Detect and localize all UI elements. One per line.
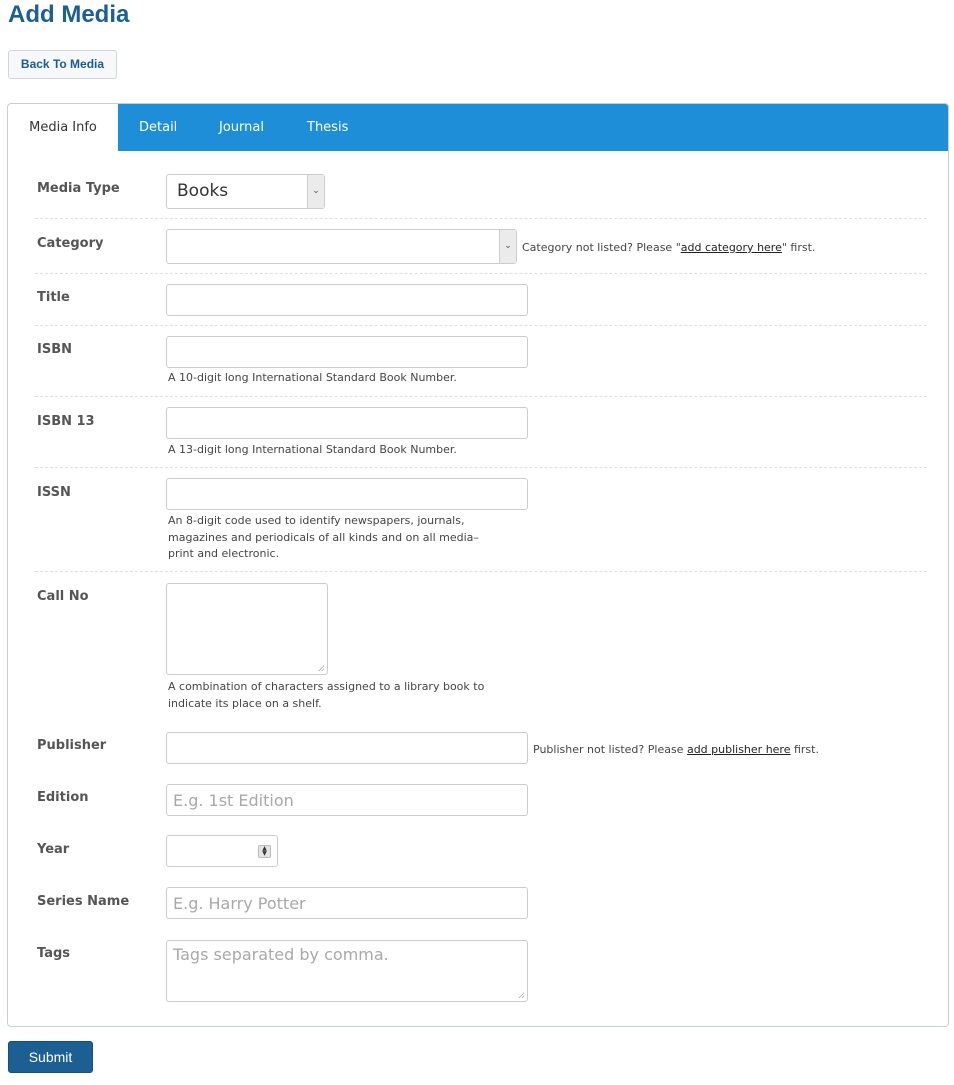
series-name-input[interactable] (166, 887, 528, 919)
submit-button[interactable]: Submit (8, 1041, 93, 1073)
back-to-media-button[interactable]: Back To Media (8, 50, 117, 79)
row-divider (35, 325, 927, 326)
title-label: Title (37, 290, 70, 305)
category-label: Category (37, 236, 104, 251)
edition-input[interactable] (166, 784, 528, 816)
tab-detail[interactable]: Detail (139, 104, 177, 151)
row-divider (35, 467, 927, 468)
call-no-help-text: A combination of characters assigned to … (168, 680, 485, 710)
publisher-note-prefix: Publisher not listed? Please (533, 743, 687, 756)
isbn-input[interactable] (166, 336, 528, 368)
tab-media-info[interactable]: Media Info (8, 104, 118, 151)
isbn13-help-text: A 13-digit long International Standard B… (168, 443, 457, 456)
chevron-down-icon: ⌄ (307, 175, 324, 208)
page-title: Add Media (8, 1, 130, 28)
row-divider (35, 571, 927, 572)
issn-input[interactable] (166, 478, 528, 510)
isbn-help-text: A 10-digit long International Standard B… (168, 371, 457, 384)
media-type-label: Media Type (37, 181, 120, 196)
call-no-label: Call No (37, 589, 89, 604)
resize-grip-icon[interactable] (318, 665, 324, 671)
spinner-arrows-icon[interactable]: ▲ ▼ (258, 845, 271, 858)
year-input[interactable]: ▲ ▼ (166, 835, 278, 867)
chevron-down-icon: ⌄ (499, 230, 516, 263)
issn-help-text: An 8-digit code used to identify newspap… (168, 514, 479, 560)
publisher-label: Publisher (37, 738, 107, 753)
series-name-label: Series Name (37, 894, 130, 909)
isbn13-input[interactable] (166, 407, 528, 439)
publisher-input[interactable] (166, 732, 528, 764)
add-category-link[interactable]: add category here (681, 241, 782, 254)
title-input[interactable] (166, 284, 528, 316)
publisher-note-suffix: first. (790, 743, 819, 756)
media-type-value: Books (177, 181, 229, 201)
row-divider (35, 218, 927, 219)
tab-thesis[interactable]: Thesis (307, 104, 348, 151)
row-divider (35, 273, 927, 274)
category-note-suffix: " first. (781, 241, 816, 254)
media-type-select[interactable]: Books ⌄ (166, 174, 325, 209)
category-note: Category not listed? Please "add categor… (522, 241, 815, 255)
isbn13-label: ISBN 13 (37, 414, 95, 429)
category-note-prefix: Category not listed? Please " (522, 241, 681, 254)
year-label: Year (37, 842, 70, 857)
resize-grip-icon[interactable] (518, 992, 524, 998)
media-form-panel: Media Info Detail Journal Thesis Media T… (7, 103, 949, 1027)
tags-label: Tags (37, 946, 71, 961)
tags-textarea[interactable] (166, 940, 528, 1002)
issn-label: ISSN (37, 485, 71, 500)
tab-bar: Media Info Detail Journal Thesis (8, 104, 948, 151)
category-select[interactable]: ⌄ (166, 229, 517, 264)
isbn-label: ISBN (37, 342, 72, 357)
add-media-page: Add Media Back To Media Media Info Detai… (0, 0, 954, 1085)
row-divider (35, 396, 927, 397)
add-publisher-link[interactable]: add publisher here (687, 743, 791, 756)
edition-label: Edition (37, 790, 89, 805)
tab-journal[interactable]: Journal (219, 104, 264, 151)
publisher-note: Publisher not listed? Please add publish… (533, 743, 819, 757)
call-no-textarea[interactable] (166, 583, 328, 675)
